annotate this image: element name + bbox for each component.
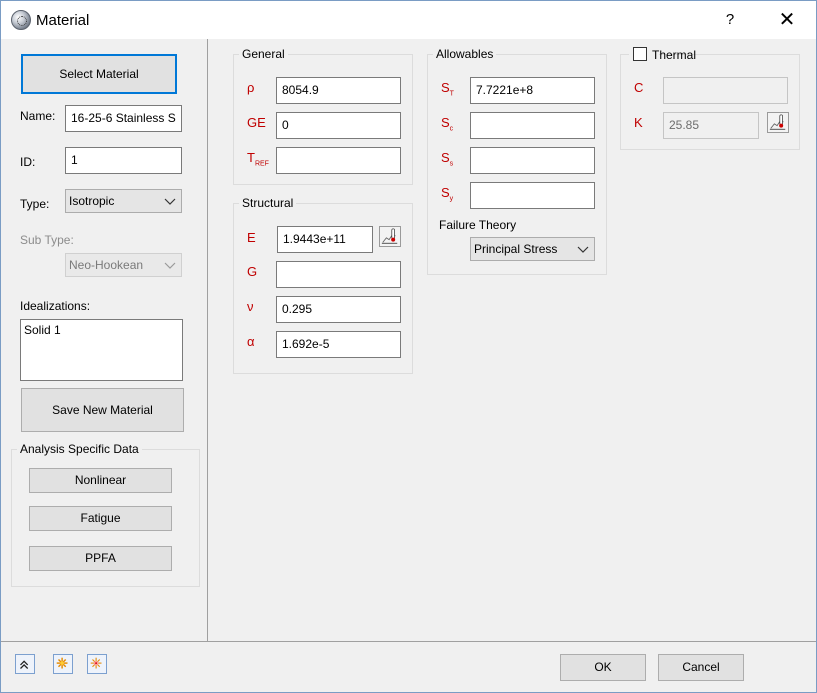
multi-star-icon[interactable]: [87, 654, 107, 674]
ge-field[interactable]: 0: [276, 112, 401, 139]
st-symbol: ST: [441, 80, 454, 98]
c-symbol: C: [634, 80, 644, 95]
app-globe-icon: [11, 10, 31, 30]
idealizations-label: Idealizations:: [20, 299, 91, 313]
failure-theory-label: Failure Theory: [439, 218, 517, 232]
k-symbol: K: [634, 115, 643, 130]
sy-field[interactable]: [470, 182, 595, 209]
name-label: Name:: [20, 109, 56, 123]
name-field[interactable]: 16-25-6 Stainless S: [65, 105, 182, 132]
thermal-group-header: Thermal: [629, 46, 696, 62]
window-title: Material: [36, 12, 90, 29]
subtype-select-value: Neo-Hookean: [69, 258, 144, 272]
select-material-button[interactable]: Select Material: [21, 54, 177, 94]
failure-theory-value: Principal Stress: [474, 242, 558, 256]
help-button[interactable]: ?: [723, 11, 737, 28]
nu-symbol: ν: [247, 299, 254, 314]
sc-field[interactable]: [470, 112, 595, 139]
collapse-icon[interactable]: [15, 654, 35, 674]
nonlinear-button[interactable]: Nonlinear: [29, 468, 172, 493]
g-field[interactable]: [276, 261, 401, 288]
type-label: Type:: [20, 197, 50, 211]
rho-symbol: ρ: [247, 80, 255, 95]
tref-symbol: TREF: [247, 150, 269, 168]
ss-field[interactable]: [470, 147, 595, 174]
save-new-material-button[interactable]: Save New Material: [21, 388, 184, 432]
temperature-chart-icon[interactable]: [379, 226, 401, 247]
vertical-divider: [207, 39, 208, 641]
sc-symbol: Sc: [441, 115, 454, 133]
g-symbol: G: [247, 264, 258, 279]
st-field[interactable]: 7.7221e+8: [470, 77, 595, 104]
id-label: ID:: [20, 155, 36, 169]
type-select[interactable]: Isotropic: [65, 189, 182, 213]
ppfa-button[interactable]: PPFA: [29, 546, 172, 571]
thermal-label: Thermal: [652, 48, 697, 62]
idealizations-list[interactable]: Solid 1: [20, 319, 183, 381]
tref-field[interactable]: [276, 147, 401, 174]
structural-group-title: Structural: [239, 196, 297, 210]
chevron-down-icon: [164, 198, 176, 205]
id-field[interactable]: 1: [65, 147, 182, 174]
e-field[interactable]: 1.9443e+11: [277, 226, 373, 253]
alpha-field[interactable]: 1.692e-5: [276, 331, 401, 358]
k-field: 25.85: [663, 112, 759, 139]
subtype-select: Neo-Hookean: [65, 253, 182, 277]
e-symbol: E: [247, 230, 256, 245]
list-item[interactable]: Solid 1: [24, 323, 179, 337]
star-burst-icon[interactable]: [53, 654, 73, 674]
analysis-group-title: Analysis Specific Data: [17, 442, 142, 456]
failure-theory-select[interactable]: Principal Stress: [470, 237, 595, 261]
horizontal-divider: [1, 641, 816, 642]
general-group-title: General: [239, 47, 288, 61]
thermal-checkbox[interactable]: [633, 47, 647, 61]
title-bar: Material ? ✕: [1, 1, 816, 39]
ss-symbol: Ss: [441, 150, 454, 168]
sy-symbol: Sy: [441, 185, 454, 203]
material-dialog: Material ? ✕ Select Material Name: 16-25…: [0, 0, 817, 693]
alpha-symbol: α: [247, 334, 255, 349]
c-field: [663, 77, 788, 104]
temperature-chart-icon[interactable]: [767, 112, 789, 133]
chevron-down-icon: [577, 246, 589, 253]
allowables-group-title: Allowables: [433, 47, 497, 61]
rho-field[interactable]: 8054.9: [276, 77, 401, 104]
chevron-down-icon: [164, 262, 176, 269]
type-select-value: Isotropic: [69, 194, 115, 208]
subtype-label: Sub Type:: [20, 233, 74, 247]
ge-symbol: GE: [247, 115, 266, 130]
close-button[interactable]: ✕: [773, 7, 801, 33]
ok-button[interactable]: OK: [560, 654, 646, 681]
fatigue-button[interactable]: Fatigue: [29, 506, 172, 531]
nu-field[interactable]: 0.295: [276, 296, 401, 323]
cancel-button[interactable]: Cancel: [658, 654, 744, 681]
